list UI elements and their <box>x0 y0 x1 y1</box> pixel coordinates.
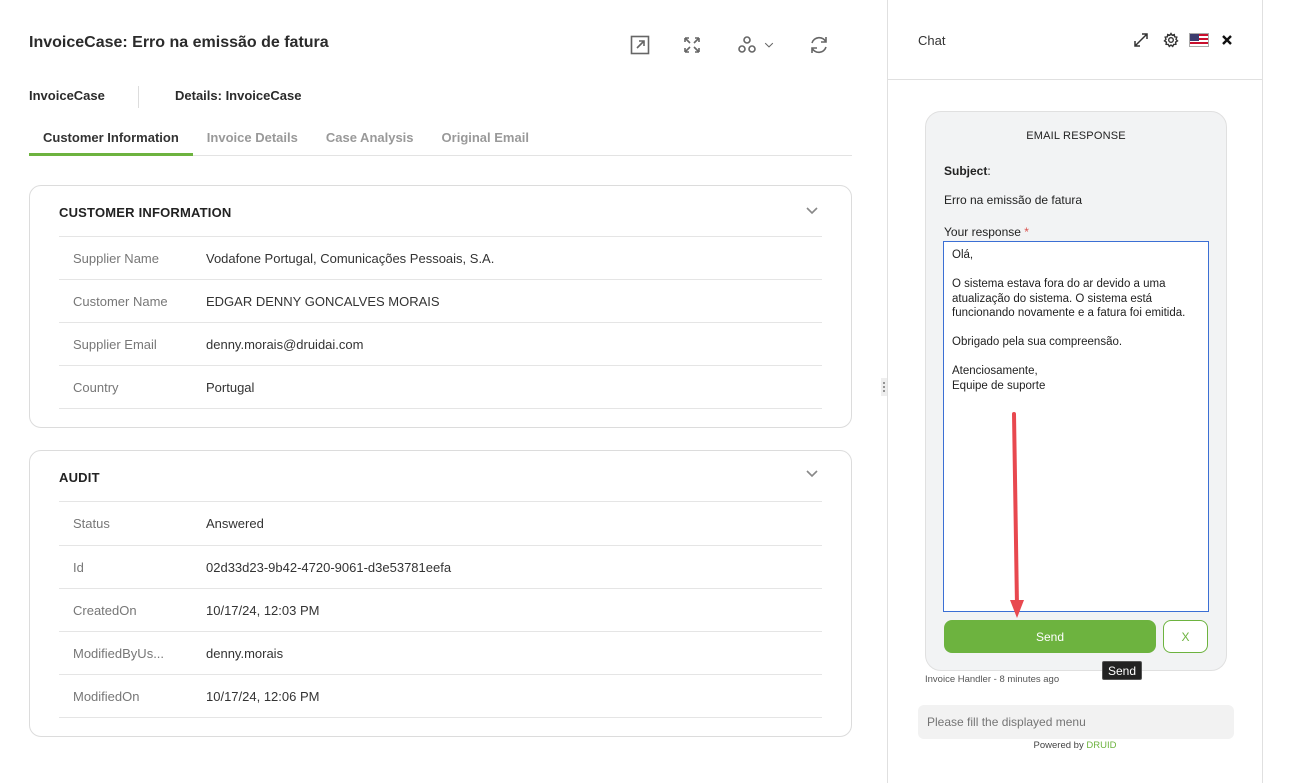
subject-label: Subject: <box>944 164 991 178</box>
table-row: ModifiedByUs... denny.morais <box>59 631 822 674</box>
card-title: EMAIL RESPONSE <box>1026 130 1126 142</box>
field-value: 10/17/24, 12:03 PM <box>206 602 320 618</box>
chevron-down-icon[interactable] <box>805 204 819 218</box>
field-label: ModifiedOn <box>73 688 140 704</box>
message-meta: Invoice Handler - 8 minutes ago <box>925 674 1060 685</box>
send-tooltip: Send <box>1102 661 1143 680</box>
table-row: Supplier Name Vodafone Portugal, Comunic… <box>59 236 822 279</box>
cancel-button[interactable]: X <box>1163 620 1208 653</box>
response-label: Your response * <box>944 225 1029 239</box>
chat-panel: Chat EMAIL RESPONSE Subject: Erro na emi… <box>887 0 1263 783</box>
send-button[interactable]: Send <box>944 620 1156 653</box>
chat-header: Chat <box>888 0 1262 80</box>
expand-chat-icon[interactable] <box>1132 31 1150 49</box>
flow-icon <box>738 36 756 53</box>
subject-value: Erro na emissão de fatura <box>944 193 1083 207</box>
case-detail-pane: InvoiceCase: Erro na emissão de fatura I… <box>0 0 880 783</box>
card-title: CUSTOMER INFORMATION <box>59 205 232 220</box>
chevron-down-icon <box>764 42 774 48</box>
tab-case-analysis[interactable]: Case Analysis <box>312 120 428 156</box>
table-row: Customer Name EDGAR DENNY GONCALVES MORA… <box>59 279 822 322</box>
tab-invoice-details[interactable]: Invoice Details <box>193 120 312 156</box>
field-label: Country <box>73 379 119 395</box>
field-value: Answered <box>206 516 264 531</box>
field-value: denny.morais@druidai.com <box>206 336 364 352</box>
chevron-down-icon[interactable] <box>805 467 819 481</box>
open-external-icon[interactable] <box>627 32 653 58</box>
druid-link[interactable]: DRUID <box>1086 740 1116 751</box>
table-row: CreatedOn 10/17/24, 12:03 PM <box>59 588 822 631</box>
email-response-card: EMAIL RESPONSE Subject: Erro na emissão … <box>925 111 1227 671</box>
card-title: AUDIT <box>59 470 100 485</box>
card-header[interactable]: CUSTOMER INFORMATION <box>30 186 851 236</box>
chat-input[interactable] <box>918 705 1234 739</box>
field-label: Supplier Email <box>73 336 157 352</box>
chat-title: Chat <box>918 33 946 48</box>
tab-bar: Customer Information Invoice Details Cas… <box>29 120 852 156</box>
subheader-divider <box>138 86 139 108</box>
field-label: Supplier Name <box>73 250 159 266</box>
expand-icon[interactable] <box>679 32 705 58</box>
audit-card: AUDIT Status Answered Id 02d33d23-9b42-4… <box>29 450 852 737</box>
gear-icon[interactable] <box>1162 31 1180 49</box>
table-row: Id 02d33d23-9b42-4720-9061-d3e53781eefa <box>59 545 822 588</box>
field-value: 10/17/24, 12:06 PM <box>206 688 320 704</box>
field-value: EDGAR DENNY GONCALVES MORAIS <box>206 293 440 309</box>
field-value: 02d33d23-9b42-4720-9061-d3e53781eefa <box>206 559 452 575</box>
us-flag-icon[interactable] <box>1189 33 1209 47</box>
field-label: Id <box>73 559 84 575</box>
field-label: Customer Name <box>73 293 168 309</box>
refresh-icon[interactable] <box>806 32 832 58</box>
entity-label: InvoiceCase <box>29 88 105 103</box>
field-label: Status <box>73 516 110 531</box>
close-icon[interactable] <box>1218 31 1236 49</box>
tab-original-email[interactable]: Original Email <box>428 120 543 156</box>
required-mark: * <box>1024 225 1029 239</box>
table-row: ModifiedOn 10/17/24, 12:06 PM <box>59 674 822 718</box>
table-row: Status Answered <box>59 501 822 545</box>
tab-customer-information[interactable]: Customer Information <box>29 120 193 156</box>
table-row: Supplier Email denny.morais@druidai.com <box>59 322 822 365</box>
details-label: Details: InvoiceCase <box>175 88 302 103</box>
card-header[interactable]: AUDIT <box>30 451 851 501</box>
field-label: ModifiedByUs... <box>73 645 165 661</box>
response-textarea[interactable]: Olá, O sistema estava fora do ar devido … <box>943 241 1209 612</box>
customer-information-card: CUSTOMER INFORMATION Supplier Name Vodaf… <box>29 185 852 428</box>
field-value: Vodafone Portugal, Comunicações Pessoais… <box>206 250 495 266</box>
field-value: Portugal <box>206 379 255 395</box>
table-row: Country Portugal <box>59 365 822 409</box>
flow-dropdown-button[interactable] <box>732 32 780 58</box>
powered-by: Powered by DRUID <box>1033 740 1117 751</box>
field-label: CreatedOn <box>73 602 137 618</box>
page-title: InvoiceCase: Erro na emissão de fatura <box>29 34 329 51</box>
field-value: denny.morais <box>206 645 284 661</box>
